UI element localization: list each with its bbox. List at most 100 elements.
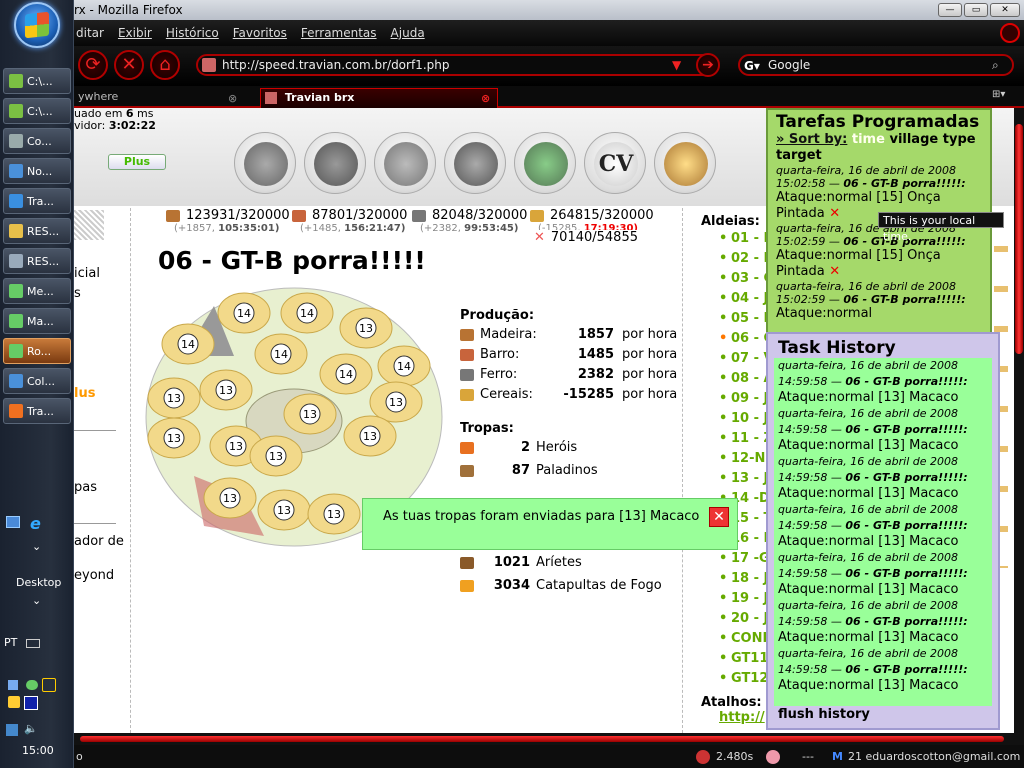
- search-icon[interactable]: ⌕: [992, 56, 999, 74]
- taskbar-button[interactable]: Co...: [3, 128, 71, 154]
- resource-field[interactable]: 13: [283, 393, 337, 435]
- resource-field[interactable]: 13: [249, 435, 303, 477]
- taskbar-button[interactable]: RES...: [3, 218, 71, 244]
- left-menu-item-beyond[interactable]: eyond: [74, 568, 114, 583]
- resource-field[interactable]: 14: [217, 292, 271, 334]
- network-connection-icon[interactable]: [6, 724, 18, 736]
- taskbar-button[interactable]: Ro...: [3, 338, 71, 364]
- resource-field[interactable]: 13: [199, 369, 253, 411]
- tab-travian[interactable]: Travian brx ⊗: [260, 88, 498, 108]
- taskbar-button[interactable]: RES...: [3, 248, 71, 274]
- nav-statistics-icon[interactable]: [444, 132, 506, 194]
- minimize-button[interactable]: —: [938, 3, 962, 17]
- nav-resources-icon[interactable]: [234, 132, 296, 194]
- resource-field[interactable]: 13: [257, 489, 311, 531]
- keyboard-icon[interactable]: [26, 639, 40, 648]
- resource-field[interactable]: 13: [369, 381, 423, 423]
- nav-reports-icon[interactable]: [514, 132, 576, 194]
- resource-field[interactable]: 13: [203, 477, 257, 519]
- gmail-icon[interactable]: M: [832, 745, 843, 768]
- chevron-down-icon[interactable]: ⌄: [32, 540, 41, 553]
- sort-option-type[interactable]: type: [943, 132, 976, 147]
- troop-row[interactable]: 87 Paladinos: [460, 463, 680, 486]
- desktop-toolbar-label[interactable]: Desktop: [16, 576, 61, 589]
- volume-icon[interactable]: 🔈: [24, 722, 38, 735]
- menu-item[interactable]: Ferramentas: [301, 26, 377, 40]
- troop-row[interactable]: 2 Heróis: [460, 440, 680, 463]
- network-tray-icon[interactable]: [8, 680, 18, 690]
- search-input[interactable]: Google: [768, 58, 810, 72]
- close-button[interactable]: ✕: [990, 3, 1020, 17]
- resource-field[interactable]: 14: [319, 353, 373, 395]
- nav-cv-icon[interactable]: CV: [584, 132, 646, 194]
- taskbar-button[interactable]: No...: [3, 158, 71, 184]
- maximize-button[interactable]: ▭: [964, 3, 988, 17]
- horizontal-scrollbar[interactable]: [74, 733, 1024, 745]
- tab-close-icon[interactable]: ⊗: [481, 90, 490, 108]
- scrollbar-thumb[interactable]: [80, 736, 1004, 742]
- google-engine-icon[interactable]: G▾: [744, 57, 760, 75]
- troop-row[interactable]: 1021 Aríetes: [460, 555, 680, 578]
- resource-field[interactable]: 14: [254, 333, 308, 375]
- nav-map-icon[interactable]: [374, 132, 436, 194]
- url-dropdown-icon[interactable]: ▼: [672, 56, 681, 74]
- home-icon[interactable]: ⌂: [150, 50, 180, 80]
- resource-field[interactable]: 14: [280, 292, 334, 334]
- left-menu-item-tropas[interactable]: pas: [74, 480, 97, 495]
- url-bar[interactable]: http://speed.travian.com.br/dorf1.php ▼: [196, 54, 718, 76]
- village-name[interactable]: GT12: [731, 671, 768, 686]
- vertical-scrollbar[interactable]: [1014, 108, 1024, 733]
- resource-field[interactable]: 13: [147, 377, 201, 419]
- menu-item[interactable]: ditar: [76, 26, 104, 40]
- resource-field[interactable]: 14: [377, 345, 431, 387]
- stop-icon[interactable]: ✕: [114, 50, 144, 80]
- sort-option-target[interactable]: target: [776, 148, 822, 163]
- flush-history-button[interactable]: flush history: [778, 706, 992, 724]
- url-text[interactable]: http://speed.travian.com.br/dorf1.php: [222, 58, 449, 72]
- left-menu-item-ador[interactable]: ador de: [74, 534, 124, 549]
- taskbar-button[interactable]: Tra...: [3, 188, 71, 214]
- resource-field[interactable]: 13: [147, 417, 201, 459]
- scrollbar-thumb[interactable]: [1015, 124, 1023, 354]
- left-menu-item-oficial[interactable]: icial: [74, 266, 100, 281]
- users-tray-icon[interactable]: [26, 680, 38, 690]
- nav-village-center-icon[interactable]: [304, 132, 366, 194]
- taskbar-button[interactable]: C:\...: [3, 68, 71, 94]
- menu-item[interactable]: Favoritos: [233, 26, 287, 40]
- quicklaunch-ie-icon[interactable]: e: [30, 514, 41, 533]
- resource-field[interactable]: 13: [343, 415, 397, 457]
- go-arrow-icon[interactable]: ➔: [696, 53, 720, 77]
- nav-targets-icon[interactable]: [654, 132, 716, 194]
- tab-close-icon[interactable]: ⊗: [228, 90, 237, 108]
- resource-field[interactable]: 14: [161, 323, 215, 365]
- taskbar-button[interactable]: Ma...: [3, 308, 71, 334]
- resource-field[interactable]: 13: [307, 493, 361, 535]
- search-bar[interactable]: G▾ Google ⌕: [738, 54, 1014, 76]
- tab-list-icon[interactable]: ⊞▾: [992, 89, 1005, 100]
- clock[interactable]: 15:00: [22, 744, 54, 757]
- security-tray-icon[interactable]: [8, 696, 20, 708]
- close-icon[interactable]: ✕: [709, 507, 729, 527]
- app-tray-icon[interactable]: [24, 696, 38, 710]
- left-menu-item-s[interactable]: s: [74, 286, 81, 301]
- chevron-down-icon[interactable]: ⌄: [32, 594, 41, 607]
- taskbar-button[interactable]: Me...: [3, 278, 71, 304]
- menu-item[interactable]: Ajuda: [391, 26, 425, 40]
- gmail-notifier[interactable]: 21 eduardoscotton@gmail.com: [848, 745, 1020, 768]
- troop-row[interactable]: 3034 Catapultas de Fogo: [460, 578, 680, 601]
- clock-tray-icon[interactable]: [42, 678, 56, 692]
- tab-anywhere[interactable]: ywhere ⊗: [74, 88, 246, 108]
- resource-field[interactable]: 13: [339, 307, 393, 349]
- taskbar-button[interactable]: Tra...: [3, 398, 71, 424]
- power-icon[interactable]: [1000, 23, 1020, 43]
- delete-task-icon[interactable]: ✕: [825, 264, 840, 279]
- left-menu-item-plus[interactable]: lus: [74, 386, 95, 401]
- village-name[interactable]: GT11: [731, 651, 768, 666]
- menu-item[interactable]: Histórico: [166, 26, 219, 40]
- delete-task-icon[interactable]: ✕: [825, 206, 840, 221]
- smiley-icon[interactable]: [766, 750, 780, 764]
- plus-button[interactable]: Plus: [108, 154, 166, 170]
- taskbar-button[interactable]: Col...: [3, 368, 71, 394]
- sort-option-village[interactable]: village: [889, 132, 938, 147]
- menu-item[interactable]: Exibir: [118, 26, 152, 40]
